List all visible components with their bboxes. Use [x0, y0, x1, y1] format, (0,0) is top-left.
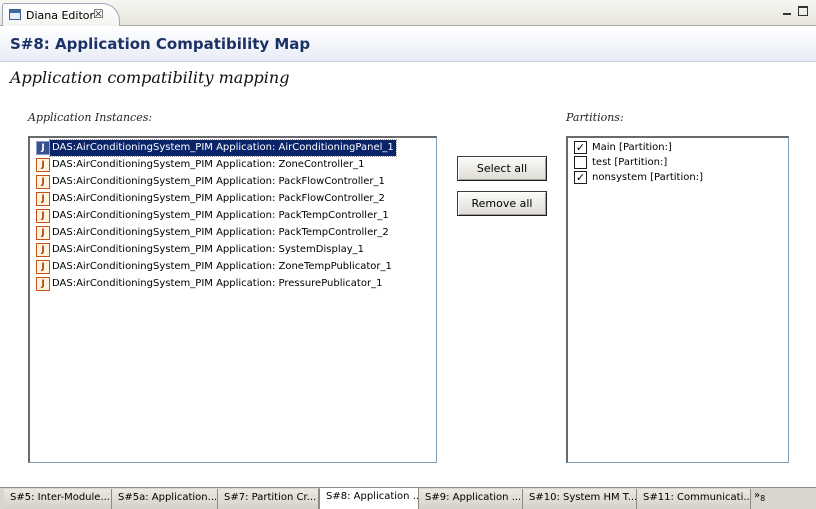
close-icon[interactable]: ☒: [93, 7, 104, 21]
java-icon: J: [36, 226, 50, 240]
editor-page-tabs: S#5: Inter-Module... S#5a: Application..…: [0, 487, 816, 509]
java-icon: J: [36, 260, 50, 274]
select-all-button[interactable]: Select all: [457, 156, 547, 181]
form-header: S#8: Application Compatibility Map: [0, 27, 816, 62]
application-instances-label: Application Instances:: [28, 111, 153, 124]
minimize-icon[interactable]: [781, 5, 793, 17]
maximize-icon[interactable]: [798, 6, 808, 16]
page-tab[interactable]: S#11: Communicati...: [637, 489, 751, 509]
partitions-label: Partitions:: [566, 111, 624, 124]
section-title: Application compatibility mapping: [10, 68, 290, 87]
overflow-count: 8: [760, 494, 766, 503]
partitions-list[interactable]: ✓ Main [Partition:] test [Partition:] ✓ …: [566, 136, 789, 463]
java-icon: J: [36, 209, 50, 223]
java-icon: J: [36, 277, 50, 291]
view-tab-bar: Diana Editor ☒: [0, 0, 816, 26]
page-tab[interactable]: S#10: System HM T...: [523, 489, 637, 509]
java-icon: J: [36, 158, 50, 172]
tab-label: Diana Editor: [26, 9, 95, 22]
page-title: S#8: Application Compatibility Map: [10, 35, 311, 53]
java-icon: J: [36, 243, 50, 257]
partition-checkbox[interactable]: ✓: [574, 141, 587, 154]
tab-overflow-button[interactable]: »8: [754, 490, 765, 503]
java-icon: J: [36, 175, 50, 189]
page-tab[interactable]: S#5a: Application...: [112, 489, 218, 509]
partition-checkbox[interactable]: [574, 156, 587, 169]
page-tab-active[interactable]: S#8: Application ...: [319, 488, 419, 509]
partition-checkbox[interactable]: ✓: [574, 171, 587, 184]
diana-editor-tab[interactable]: Diana Editor ☒: [2, 3, 120, 26]
page-tab[interactable]: S#9: Application ...: [419, 489, 523, 509]
page-tab[interactable]: S#5: Inter-Module...: [4, 489, 112, 509]
remove-all-button[interactable]: Remove all: [457, 191, 547, 216]
java-icon: J: [36, 192, 50, 206]
editor-window-icon: [9, 9, 21, 20]
page-tab[interactable]: S#7: Partition Cr...: [218, 489, 319, 509]
java-icon: J: [36, 141, 50, 155]
application-instances-list[interactable]: J DAS:AirConditioningSystem_PIM Applicat…: [28, 136, 437, 463]
